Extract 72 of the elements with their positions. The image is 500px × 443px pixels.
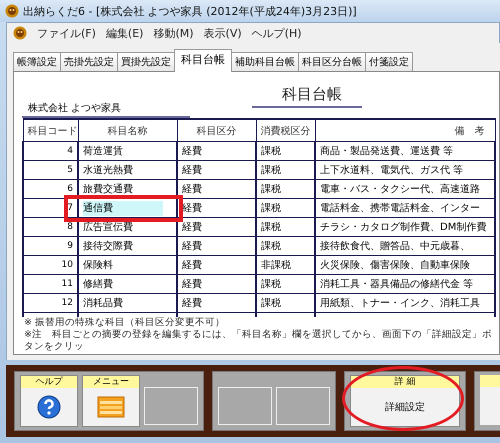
account-name-cell[interactable]: 水道光熱費 xyxy=(78,160,177,180)
window-title: 出納らくだ6 - [株式会社 よつや家具 (2012年(平成24年)3月23日)] xyxy=(23,4,357,18)
menu-item[interactable]: 表示(V) xyxy=(204,26,242,40)
table-cell: 課税 xyxy=(256,180,315,198)
table-cell: 経費 xyxy=(177,294,256,312)
account-name-cell[interactable]: 消耗品費 xyxy=(78,294,177,312)
table-cell: 課税 xyxy=(256,218,315,236)
tab[interactable]: 売掛先設定 xyxy=(60,52,118,72)
table-cell: 経費 xyxy=(177,274,256,294)
account-name-cell[interactable]: 保険料 xyxy=(78,256,177,274)
table-cell: 商品・製品発送費、運送費 等 xyxy=(315,142,495,160)
table-cell: 12 xyxy=(23,294,78,312)
table-cell: 上下水道料、電気代、ガス代 等 xyxy=(315,160,495,180)
app-logo-icon xyxy=(5,4,19,18)
column-header: 科目区分 xyxy=(177,119,256,142)
empty-button-slot xyxy=(218,387,272,425)
table-cell: 課税 xyxy=(256,160,315,180)
table-cell: 課税 xyxy=(256,274,315,294)
table-cell: 非課税 xyxy=(256,256,315,274)
account-name-cell[interactable]: 修繕費 xyxy=(78,274,177,294)
table-cell: 4 xyxy=(23,142,78,160)
table-cell: 経費 xyxy=(177,218,256,236)
table-cell: 6 xyxy=(23,180,78,198)
tab[interactable]: 補助科目台帳 xyxy=(231,52,299,72)
table-cell: 課税 xyxy=(256,198,315,218)
column-header: 科目コード xyxy=(23,119,78,142)
app-logo-icon[interactable] xyxy=(13,26,27,40)
tab[interactable]: 付箋設定 xyxy=(365,52,413,72)
table-cell: 課税 xyxy=(256,236,315,256)
table-cell: 電車・バス・タクシー代、高速道路 xyxy=(315,180,495,198)
tab[interactable]: 科目台帳 xyxy=(174,49,232,72)
table-cell: 9 xyxy=(23,236,78,256)
table-cell: 経費 xyxy=(177,160,256,180)
footnote: ※注 科目ごとの摘要の登録を編集するには、「科目名称」欄を選択してから、画面下の「詳細設定」ボタンをクリッ xyxy=(23,329,493,353)
table-cell: 課税 xyxy=(256,294,315,312)
table-cell: 用紙類、トナー・インク、消耗工具 xyxy=(315,294,495,312)
menu-item[interactable]: 移動(M) xyxy=(153,26,194,40)
table-cell: 経費 xyxy=(177,256,256,274)
table-cell: 経費 xyxy=(177,236,256,256)
empty-button-slot xyxy=(144,387,198,425)
tab[interactable]: 科目区分台帳 xyxy=(298,52,366,72)
tab[interactable]: 買掛先設定 xyxy=(117,52,175,72)
help-icon xyxy=(37,395,61,419)
table-cell: 経費 xyxy=(177,142,256,160)
table-cell: 課税 xyxy=(256,142,315,160)
account-name-cell[interactable]: 荷造運賃 xyxy=(78,142,177,160)
column-header: 科目名称 xyxy=(78,119,177,142)
account-name-cell[interactable]: 接待交際費 xyxy=(78,236,177,256)
company-name: 株式会社 よつや家具 xyxy=(22,101,190,118)
tab[interactable]: 帳簿設定 xyxy=(13,52,61,72)
menu-item[interactable]: 編集(E) xyxy=(106,26,144,40)
table-cell: 消耗工具・器具備品の修繕代金 等 xyxy=(315,274,495,294)
account-name-cell[interactable]: 通信費 xyxy=(78,198,177,218)
menu-item[interactable]: ヘルプ(H) xyxy=(252,26,302,40)
menu-window-icon xyxy=(97,396,125,418)
table-cell: 接待飲食代、贈答品、中元歳暮、 xyxy=(315,236,495,256)
toolbar-button[interactable]: ヘルプ xyxy=(20,375,78,427)
table-cell: チラシ・カタログ制作費、DM制作費 xyxy=(315,218,495,236)
menu-item[interactable]: ファイル(F) xyxy=(37,26,96,40)
detail-settings-button[interactable]: 詳 細 詳細設定 xyxy=(350,375,460,427)
column-header: 消費税区分 xyxy=(256,119,315,142)
empty-button-slot xyxy=(276,387,330,425)
column-header: 備 考 xyxy=(315,119,495,142)
table-cell: 8 xyxy=(23,218,78,236)
table-cell: 11 xyxy=(23,274,78,294)
table-cell: 火災保険、傷害保険、自動車保険 xyxy=(315,256,495,274)
table-cell: 電話料金、携帯電話料金、インター xyxy=(315,198,495,218)
table-cell: 10 xyxy=(23,256,78,274)
footnote: ※ 振替用の特殊な科目（科目区分変更不可） xyxy=(23,317,226,329)
toolbar-button[interactable]: メニュー xyxy=(82,375,140,427)
table-cell: 5 xyxy=(23,160,78,180)
report-title: 科目台帳 xyxy=(252,85,362,108)
